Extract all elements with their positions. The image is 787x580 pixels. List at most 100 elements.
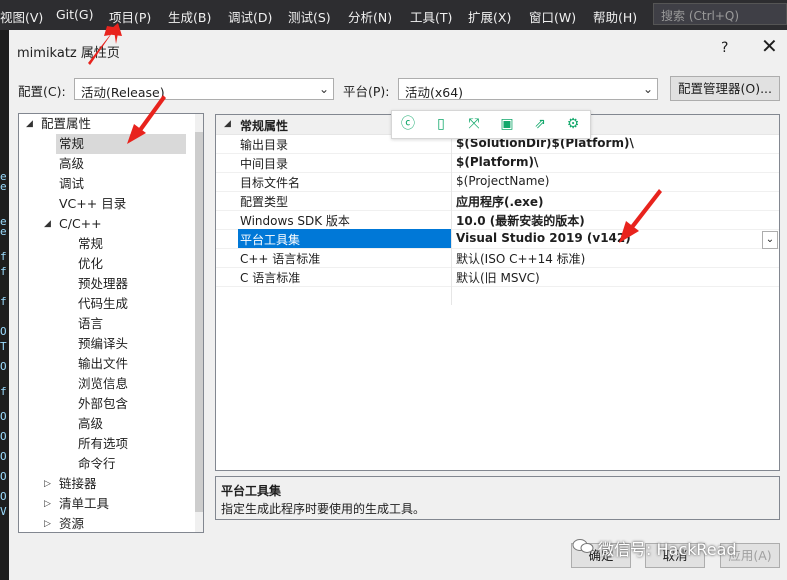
- tree-item[interactable]: ▷ 链接器: [44, 474, 97, 494]
- editor-glyph: O: [0, 490, 7, 503]
- property-name: C++ 语言标准: [240, 252, 321, 266]
- menu-debug[interactable]: 调试(D): [228, 7, 272, 26]
- menu-project[interactable]: 项目(P): [109, 7, 151, 26]
- column-divider[interactable]: [451, 134, 452, 305]
- tree-item[interactable]: ▷ 清单工具: [44, 494, 110, 514]
- wechat-icon: [572, 539, 594, 553]
- close-button[interactable]: ✕: [761, 36, 778, 56]
- help-button[interactable]: ?: [721, 40, 728, 56]
- property-value[interactable]: 默认(旧 MSVC): [456, 269, 540, 286]
- property-row[interactable]: C 语言标准 默认(旧 MSVC): [216, 267, 779, 287]
- tree-item-label: 配置属性: [41, 116, 92, 131]
- property-value[interactable]: 应用程序(.exe): [456, 193, 544, 210]
- property-value[interactable]: $(ProjectName): [456, 174, 549, 188]
- expand-icon[interactable]: ▷: [44, 494, 51, 514]
- value-dropdown-button[interactable]: ⌄: [762, 231, 778, 249]
- expand-icon[interactable]: ▷: [44, 474, 51, 494]
- tree-item[interactable]: ◢ C/C++: [44, 214, 102, 234]
- editor-glyph: e: [0, 180, 7, 193]
- property-grid[interactable]: ◢ 常规属性 输出目录 $(SolutionDir)$(Platform)\ 中间目…: [215, 114, 780, 471]
- property-row[interactable]: 配置类型 应用程序(.exe): [216, 191, 779, 211]
- dialog-title: mimikatz 属性页: [17, 46, 120, 61]
- editor-glyph: O: [0, 410, 7, 423]
- tree-item[interactable]: ▷ 资源: [44, 514, 85, 532]
- property-row[interactable]: C++ 语言标准 默认(ISO C++14 标准): [216, 248, 779, 268]
- tree-item-label: VC++ 目录: [59, 196, 127, 211]
- tree-item[interactable]: 常规: [78, 234, 103, 254]
- menu-extensions[interactable]: 扩展(X): [468, 7, 511, 26]
- collapse-icon[interactable]: ◢: [26, 114, 33, 134]
- tree-item-label: 清单工具: [59, 496, 110, 511]
- tree-item-label: 高级: [59, 156, 85, 171]
- tree-item[interactable]: 代码生成: [78, 294, 128, 314]
- tree-item[interactable]: 外部包含: [78, 394, 128, 414]
- tree-item[interactable]: 高级: [78, 414, 103, 434]
- config-manager-button[interactable]: 配置管理器(O)...: [670, 76, 780, 101]
- platform-combo[interactable]: 活动(x64) ⌄: [398, 78, 658, 100]
- tree-item[interactable]: 输出文件: [78, 354, 128, 374]
- collapse-icon[interactable]: ◢: [44, 214, 51, 234]
- tree-scrollbar[interactable]: [195, 114, 203, 532]
- tree-item[interactable]: 语言: [78, 314, 103, 334]
- editor-glyph: O: [0, 325, 7, 338]
- property-value[interactable]: $(Platform)\: [456, 155, 538, 169]
- platform-value: 活动(x64): [405, 85, 464, 100]
- tree-item-label: 语言: [78, 316, 104, 331]
- config-combo[interactable]: 活动(Release) ⌄: [74, 78, 334, 100]
- menu-build[interactable]: 生成(B): [168, 7, 211, 26]
- copyright-icon[interactable]: ⓒ: [399, 115, 417, 133]
- property-row[interactable]: 目标文件名 $(ProjectName): [216, 172, 779, 192]
- tree-item[interactable]: ◢ 配置属性: [26, 114, 92, 134]
- menu-test[interactable]: 测试(S): [288, 7, 331, 26]
- tree-item[interactable]: 优化: [78, 254, 103, 274]
- menu-window[interactable]: 窗口(W): [529, 7, 576, 26]
- property-value[interactable]: 默认(ISO C++14 标准): [456, 250, 585, 267]
- tree-item-label: 常规: [59, 136, 85, 151]
- save-icon[interactable]: ▣: [498, 115, 516, 133]
- property-row[interactable]: 平台工具集 Visual Studio 2019 (v142): [216, 229, 779, 249]
- tree-item[interactable]: 所有选项: [78, 434, 128, 454]
- chevron-down-icon: ⌄: [642, 82, 653, 96]
- menu-analyze[interactable]: 分析(N): [348, 7, 392, 26]
- tree-item[interactable]: VC++ 目录: [59, 194, 126, 214]
- menu-view[interactable]: 视图(V): [0, 7, 43, 26]
- editor-glyph: f: [0, 385, 7, 398]
- tree-item[interactable]: 预处理器: [78, 274, 128, 294]
- description-title: 平台工具集: [221, 484, 282, 498]
- property-value[interactable]: 10.0 (最新安装的版本): [456, 212, 585, 229]
- property-value[interactable]: Visual Studio 2019 (v142): [456, 231, 631, 245]
- description-panel: 平台工具集 指定生成此程序时要使用的生成工具。: [215, 476, 780, 520]
- config-value: 活动(Release): [81, 85, 165, 100]
- property-name: 平台工具集: [240, 233, 301, 247]
- property-row[interactable]: 中间目录 $(Platform)\: [216, 153, 779, 173]
- menu-git[interactable]: Git(G): [56, 7, 94, 22]
- collapse-icon[interactable]: ◢: [224, 119, 231, 129]
- platform-label: 平台(P):: [343, 84, 390, 99]
- search-input[interactable]: 搜索 (Ctrl+Q): [653, 3, 787, 25]
- tree-item[interactable]: 调试: [59, 174, 84, 194]
- scroll-thumb[interactable]: [195, 132, 203, 512]
- tree-item[interactable]: 常规: [56, 134, 186, 154]
- menu-tools[interactable]: 工具(T): [410, 7, 452, 26]
- config-tree[interactable]: ◢ 配置属性 常规 高级 调试 VC++ 目录 ◢ C/C++ 常规 优化 预处理器 代码生成 语言 预编…: [18, 113, 204, 533]
- description-text: 指定生成此程序时要使用的生成工具。: [221, 502, 426, 516]
- tree-item[interactable]: 浏览信息: [78, 374, 128, 394]
- tree-item[interactable]: 预编译头: [78, 334, 128, 354]
- property-name: 配置类型: [240, 195, 289, 209]
- phone-icon[interactable]: ▯: [432, 115, 450, 133]
- tree-item[interactable]: 高级: [59, 154, 84, 174]
- tree-item-label: 调试: [59, 176, 85, 191]
- menu-help[interactable]: 帮助(H): [593, 7, 637, 26]
- settings-icon[interactable]: ⚙: [564, 115, 582, 133]
- floating-toolbar: ⓒ ▯ ⤧ ▣ ⇗ ⚙: [391, 110, 591, 139]
- share-icon[interactable]: ⇗: [531, 115, 549, 133]
- editor-glyph: f: [0, 295, 7, 308]
- tree-item[interactable]: 命令行: [78, 454, 116, 474]
- property-row[interactable]: Windows SDK 版本 10.0 (最新安装的版本): [216, 210, 779, 230]
- tree-item-label: 浏览信息: [78, 376, 129, 391]
- chevron-down-icon: ⌄: [318, 82, 329, 96]
- editor-glyph: V: [0, 505, 7, 518]
- expand-icon[interactable]: ▷: [44, 514, 51, 532]
- expand-icon[interactable]: ⤧: [465, 115, 483, 133]
- tree-item-label: 资源: [59, 516, 85, 531]
